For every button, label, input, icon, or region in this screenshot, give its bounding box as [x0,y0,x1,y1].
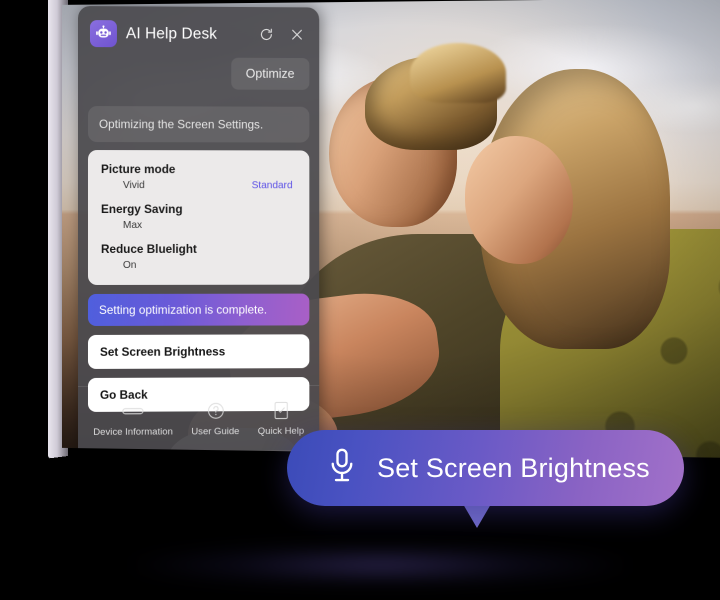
setting-values: Max [101,220,297,231]
setting-new-value: Standard [251,180,293,192]
setting-label: Energy Saving [100,202,183,217]
setting-old-value: On [122,259,137,271]
setting-old-value: Max [122,220,143,231]
voice-bubble-tail [463,504,491,528]
setting-values: On [101,260,297,271]
footer-label: Quick Help [257,425,305,437]
tv-unit: AI Help Desk Optimize Optimizing the Scr… [46,0,720,464]
footer-item-device-information[interactable]: Device Information [93,401,173,438]
robot-face-icon [89,20,117,48]
document-check-icon [273,400,290,420]
ambient-glow [120,545,640,585]
question-circle-icon [206,400,225,420]
panel-header: AI Help Desk [78,6,319,52]
setting-row-picture-mode: Picture mode Vivid Standard [101,162,297,191]
setting-row-energy-saving: Energy Saving Max [101,202,297,231]
voice-command-bubble[interactable]: Set Screen Brightness [287,430,684,506]
status-message: Optimizing the Screen Settings. [87,106,310,143]
screenshot-stage: AI Help Desk Optimize Optimizing the Scr… [0,0,720,600]
remote-control-icon [122,401,145,421]
optimize-button[interactable]: Optimize [230,57,310,90]
setting-values: Vivid Standard [101,180,297,191]
setting-old-value: Vivid [122,180,145,192]
man-hair-highlight [409,43,506,104]
footer-item-quick-help[interactable]: Quick Help [258,400,304,437]
close-icon[interactable] [286,24,308,46]
setting-row-reduce-bluelight: Reduce Bluelight On [101,242,297,271]
footer-item-user-guide[interactable]: User Guide [191,400,239,437]
optimize-row: Optimize [78,51,319,90]
set-screen-brightness-button[interactable]: Set Screen Brightness [87,334,310,369]
voice-command-label: Set Screen Brightness [377,452,650,483]
panel-footer: Device Information User Guide Quick Help [78,384,320,452]
setting-label: Reduce Bluelight [100,241,197,256]
page-title: AI Help Desk [125,24,218,43]
tv-screen: AI Help Desk Optimize Optimizing the Scr… [62,0,720,458]
footer-label: Device Information [93,426,173,438]
setting-label: Picture mode [100,162,176,177]
refresh-icon[interactable] [255,24,277,46]
ai-help-desk-panel: AI Help Desk Optimize Optimizing the Scr… [78,6,320,452]
woman-face [465,136,574,265]
status-badge: Setting optimization is complete. [87,293,310,326]
footer-label: User Guide [191,426,240,438]
microphone-icon [327,447,357,490]
settings-summary-card: Picture mode Vivid Standard Energy Savin… [87,150,310,285]
